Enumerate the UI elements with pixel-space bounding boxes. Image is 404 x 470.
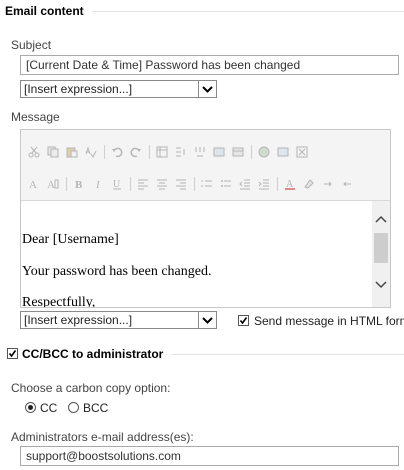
bcc-label: BCC [83, 401, 109, 415]
font-size-icon[interactable]: A [27, 177, 41, 191]
cell-properties-icon[interactable] [231, 145, 245, 159]
radio-selected-dot [28, 405, 33, 410]
undo-icon[interactable] [110, 145, 124, 159]
numbered-list-icon[interactable] [200, 177, 214, 191]
message-line: Dear [Username] [22, 232, 119, 247]
message-expression-select[interactable]: [Insert expression...] [20, 311, 217, 329]
toolbar-separator [251, 145, 252, 159]
align-left-icon[interactable] [136, 177, 150, 191]
cut-icon[interactable] [27, 145, 41, 159]
checkmark-icon [239, 317, 248, 325]
svg-text:U: U [113, 179, 121, 190]
message-expression-value: [Insert expression...] [24, 313, 133, 327]
chevron-down-icon[interactable] [198, 81, 216, 97]
svg-text:A: A [29, 179, 37, 190]
subject-expression-value: [Insert expression...] [24, 82, 133, 96]
text-color-icon[interactable]: A [283, 177, 297, 191]
message-line: Your password has been changed. [22, 264, 212, 279]
decrease-indent-icon[interactable] [238, 177, 252, 191]
section-divider [92, 11, 404, 12]
italic-icon[interactable]: I [91, 177, 105, 191]
toolbar-separator [194, 177, 195, 191]
copy-icon[interactable] [46, 145, 60, 159]
paste-icon[interactable] [65, 145, 79, 159]
align-right-icon[interactable] [174, 177, 188, 191]
insert-rows-icon[interactable] [174, 145, 188, 159]
message-scrollbar[interactable] [372, 201, 390, 307]
toolbar-separator [149, 145, 150, 159]
chevron-down-icon[interactable] [198, 312, 216, 328]
link-icon[interactable] [276, 145, 290, 159]
svg-text:A: A [47, 179, 55, 190]
bullet-list-icon[interactable] [219, 177, 233, 191]
bcc-radio[interactable] [68, 402, 79, 413]
image-icon[interactable] [257, 145, 271, 159]
scrollbar-thumb[interactable] [374, 233, 388, 263]
checkmark-icon [8, 350, 17, 358]
cc-label: CC [40, 401, 58, 415]
section-divider [172, 354, 404, 355]
increase-indent-icon[interactable] [257, 177, 271, 191]
spellcheck-icon[interactable] [84, 145, 98, 159]
email-content-heading: Email content [5, 4, 84, 18]
toolbar-row-2: A A B I U A [27, 175, 359, 193]
table-properties-icon[interactable] [212, 145, 226, 159]
ccbcc-heading: CC/BCC to administrator [22, 347, 164, 361]
message-line: Respectfully, [22, 295, 96, 307]
admin-email-label: Administrators e-mail address(es): [11, 430, 194, 444]
toolbar-separator [104, 145, 105, 159]
carbon-copy-label: Choose a carbon copy option: [11, 381, 171, 395]
editor-toolbar: A A B I U A [21, 130, 390, 201]
ccbcc-checkbox[interactable] [7, 348, 18, 359]
toolbar-row-1 [27, 143, 314, 161]
svg-text:B: B [75, 179, 83, 190]
message-label: Message [11, 110, 60, 124]
align-center-icon[interactable] [155, 177, 169, 191]
html-format-checkbox[interactable] [238, 315, 249, 326]
html-source-icon[interactable] [295, 145, 309, 159]
message-body[interactable]: Dear [Username] Your password has been c… [21, 201, 371, 307]
toolbar-separator [130, 177, 131, 191]
underline-icon[interactable]: U [110, 177, 124, 191]
table-icon[interactable] [155, 145, 169, 159]
left-to-right-icon[interactable] [321, 177, 335, 191]
toolbar-separator [66, 177, 67, 191]
font-style-icon[interactable]: A [46, 177, 60, 191]
redo-icon[interactable] [129, 145, 143, 159]
html-format-label: Send message in HTML format [254, 314, 404, 328]
svg-text:I: I [95, 179, 101, 190]
highlight-icon[interactable] [302, 177, 316, 191]
cc-radio[interactable] [25, 402, 36, 413]
admin-email-input[interactable]: support@boostsolutions.com [20, 446, 399, 466]
message-editor[interactable]: A A B I U A Dear [Username] Your passwor… [20, 129, 391, 308]
insert-columns-icon[interactable] [193, 145, 207, 159]
subject-expression-select[interactable]: [Insert expression...] [20, 80, 217, 98]
bold-icon[interactable]: B [72, 177, 86, 191]
subject-input[interactable]: [Current Date & Time] Password has been … [20, 55, 399, 75]
scroll-up-icon[interactable] [375, 212, 387, 226]
scroll-down-icon[interactable] [375, 278, 387, 292]
toolbar-separator [277, 177, 278, 191]
right-to-left-icon[interactable] [340, 177, 354, 191]
subject-label: Subject [11, 38, 52, 52]
